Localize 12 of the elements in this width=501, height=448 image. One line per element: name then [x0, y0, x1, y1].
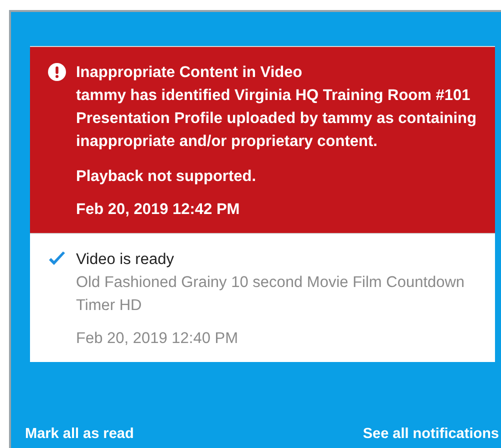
notification-card[interactable]: [30, 46, 495, 233]
warning-icon: [48, 63, 66, 81]
notification-card[interactable]: Video is ready Old Fashioned Grainy 10 second Movie Film Countdown Timer HD Feb 20, 2019 12:40 PM: [30, 233, 495, 362]
notification-message: tammy has identified Virginia HQ Training Room #101 Presentation Profile uploaded by tammy as containing inappropriate and/or proprietary content.: [76, 86, 478, 152]
notification-title: Inappropriate Content in Video: [76, 63, 304, 83]
notification-title: Video is ready: [76, 250, 175, 270]
notification-time: Feb 20, 2019 12:42 PM: [76, 200, 241, 220]
see-all-notifications-link[interactable]: See all notifications: [362, 426, 499, 442]
mark-all-read-link[interactable]: Mark all as read: [25, 426, 134, 442]
notification-time: Feb 20, 2019 12:40 PM: [76, 329, 240, 349]
notification-note: Playback not supported.: [76, 167, 258, 187]
notification-message: Old Fashioned Grainy 10 second Movie Film Countdown Timer HD: [76, 273, 466, 316]
